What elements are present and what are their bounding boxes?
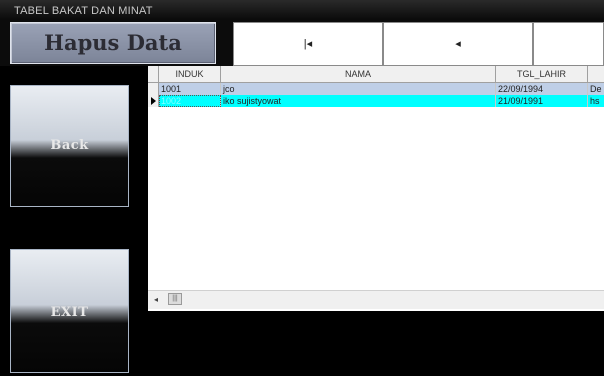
horizontal-scrollbar[interactable]: ◂ ||| (148, 290, 604, 309)
cell-tgl-lahir[interactable]: 22/09/1994 (496, 83, 588, 95)
current-row-icon (151, 97, 156, 105)
cell-tgl-lahir[interactable]: 21/09/1991 (496, 95, 588, 107)
cell-nama[interactable]: jco (221, 83, 496, 95)
row-selector-header[interactable] (148, 66, 159, 82)
exit-label: EXIT (50, 305, 89, 320)
hapus-data-button[interactable]: Hapus Data (10, 22, 216, 64)
cell-nama[interactable]: iko sujistyowat (221, 95, 496, 107)
scroll-left-icon[interactable]: ◂ (154, 295, 158, 304)
first-record-icon: |◂ (303, 38, 313, 50)
prev-record-icon: ◂ (455, 38, 461, 50)
back-button[interactable]: Back (10, 85, 129, 207)
cell-extra[interactable]: De (588, 83, 604, 95)
title-bar: TABEL BAKAT DAN MINAT (0, 0, 604, 20)
column-header-induk[interactable]: INDUK (159, 66, 221, 82)
row-indicator[interactable] (148, 95, 159, 107)
cell-induk[interactable]: 1002 (159, 95, 221, 107)
row-indicator[interactable] (148, 83, 159, 95)
next-record-button[interactable] (533, 22, 604, 66)
back-label: Back (50, 138, 89, 153)
first-record-button[interactable]: |◂ (233, 22, 383, 66)
exit-button[interactable]: EXIT (10, 249, 129, 373)
table-row-selected[interactable]: 1002 iko sujistyowat 21/09/1991 hs (148, 95, 604, 107)
column-header-nama[interactable]: NAMA (221, 66, 496, 82)
column-header-extra[interactable] (588, 66, 604, 82)
scroll-thumb[interactable]: ||| (168, 293, 182, 305)
window-title: TABEL BAKAT DAN MINAT (14, 5, 153, 17)
cell-induk[interactable]: 1001 (159, 83, 221, 95)
cell-extra[interactable]: hs (588, 95, 604, 107)
hapus-data-label: Hapus Data (44, 30, 182, 55)
column-header-tgl-lahir[interactable]: TGL_LAHIR (496, 66, 588, 82)
grid-header: INDUK NAMA TGL_LAHIR (148, 66, 604, 83)
data-grid[interactable]: INDUK NAMA TGL_LAHIR 1001 jco 22/09/1994… (148, 66, 604, 311)
prev-record-button[interactable]: ◂ (383, 22, 533, 66)
table-row[interactable]: 1001 jco 22/09/1994 De (148, 83, 604, 95)
